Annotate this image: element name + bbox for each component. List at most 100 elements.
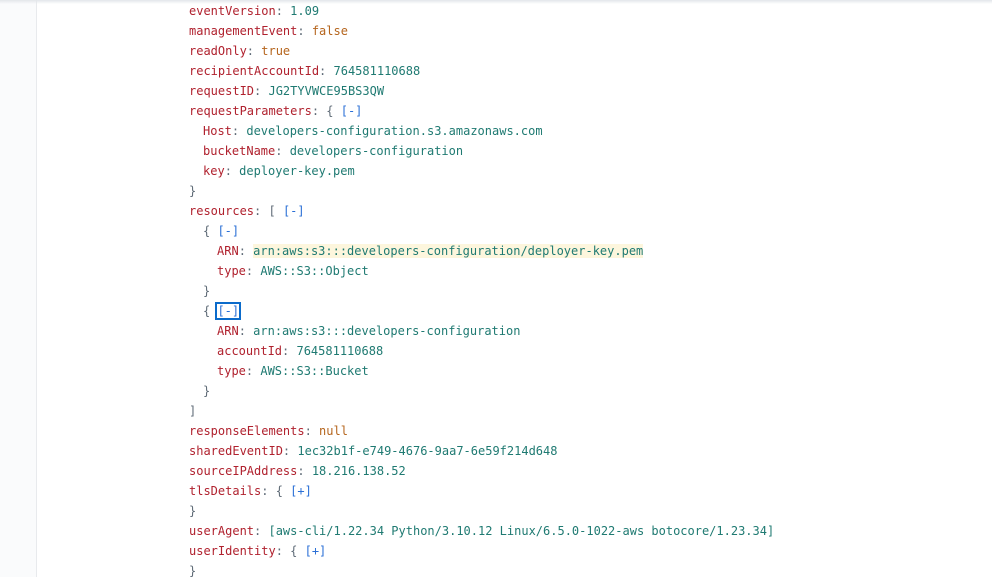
json-key: type bbox=[217, 364, 246, 378]
json-punctuation: : { bbox=[311, 104, 341, 118]
json-key: sharedEventID bbox=[189, 444, 283, 458]
json-line: sharedEventID: 1ec32b1f-e749-4676-9aa7-6… bbox=[189, 441, 557, 461]
json-value: [aws-cli/1.22.34 Python/3.10.12 Linux/6.… bbox=[268, 524, 775, 538]
json-line: } bbox=[189, 561, 196, 581]
json-line: resources: [ [-] bbox=[189, 201, 305, 221]
json-key: bucketName bbox=[203, 144, 276, 158]
json-value: 1ec32b1f-e749-4676-9aa7-6e59f214d648 bbox=[297, 444, 558, 458]
json-punctuation: : bbox=[282, 344, 297, 358]
json-tree-viewer: eventVersion: 1.09 managementEvent: false… bbox=[0, 0, 992, 578]
json-punctuation: ] bbox=[189, 404, 197, 418]
json-value: developers-configuration.s3.amazonaws.co… bbox=[246, 124, 543, 138]
json-line: { [-] bbox=[203, 301, 242, 321]
json-key: readOnly bbox=[189, 44, 247, 58]
json-punctuation: : bbox=[297, 464, 312, 478]
json-value: 764581110688 bbox=[333, 64, 421, 78]
json-key: userIdentity bbox=[189, 544, 276, 558]
json-line: bucketName: developers-configuration bbox=[203, 141, 463, 161]
json-key: tlsDetails bbox=[189, 484, 262, 498]
json-line: requestID: JG2TYVWCE95BS3QW bbox=[189, 81, 384, 101]
json-line: } bbox=[203, 381, 210, 401]
json-key: resources bbox=[189, 204, 255, 218]
collapse-resource-1-toggle[interactable]: [-] bbox=[215, 302, 242, 320]
json-key: type bbox=[217, 264, 246, 278]
json-key: responseElements bbox=[189, 424, 305, 438]
json-punctuation: : bbox=[254, 84, 269, 98]
json-line: eventVersion: 1.09 bbox=[189, 1, 319, 21]
json-line: ARN: arn:aws:s3:::developers-configurati… bbox=[217, 241, 644, 261]
json-line: tlsDetails: { [+] bbox=[189, 481, 312, 501]
json-punctuation: : bbox=[304, 424, 320, 438]
json-value: arn:aws:s3:::developers-configuration bbox=[253, 324, 521, 338]
json-punctuation: : bbox=[275, 144, 290, 158]
json-line: } bbox=[189, 181, 196, 201]
collapse-request-parameters-toggle[interactable]: [-] bbox=[341, 104, 363, 118]
json-key: managementEvent bbox=[189, 24, 298, 38]
json-value: developers-configuration bbox=[289, 144, 464, 158]
json-key: ARN bbox=[217, 324, 239, 338]
json-punctuation: : bbox=[238, 244, 254, 258]
collapse-resource-0-toggle[interactable]: [-] bbox=[217, 224, 239, 238]
json-line: readOnly: true bbox=[189, 41, 290, 61]
json-key: ARN bbox=[217, 244, 239, 258]
json-value: null bbox=[319, 424, 348, 438]
json-key: requestID bbox=[189, 84, 255, 98]
json-punctuation: : bbox=[282, 444, 298, 458]
json-key: userAgent bbox=[189, 524, 255, 538]
json-punctuation: : { bbox=[275, 544, 305, 558]
json-line: managementEvent: false bbox=[189, 21, 348, 41]
json-key: sourceIPAddress bbox=[189, 464, 298, 478]
json-punctuation: : [ bbox=[254, 204, 283, 218]
json-punctuation: { bbox=[203, 224, 218, 238]
json-punctuation: : bbox=[245, 264, 261, 278]
json-value: true bbox=[261, 44, 291, 58]
json-punctuation: } bbox=[189, 504, 197, 518]
json-value: 1.09 bbox=[290, 4, 320, 18]
json-line: type: AWS::S3::Object bbox=[217, 261, 369, 281]
json-line: } bbox=[189, 501, 196, 521]
expand-tls-details-toggle[interactable]: [+] bbox=[290, 484, 312, 498]
json-key: accountId bbox=[217, 344, 283, 358]
json-punctuation: : bbox=[275, 4, 291, 18]
json-punctuation: : bbox=[246, 44, 262, 58]
json-line: key: deployer-key.pem bbox=[203, 161, 355, 181]
json-line: requestParameters: { [-] bbox=[189, 101, 362, 121]
json-value: AWS::S3::Bucket bbox=[260, 364, 369, 378]
json-line: responseElements: null bbox=[189, 421, 348, 441]
json-punctuation: } bbox=[189, 184, 197, 198]
json-punctuation: : bbox=[245, 364, 261, 378]
json-value: false bbox=[311, 24, 348, 38]
json-value: arn:aws:s3:::developers-configuration/de… bbox=[253, 244, 644, 258]
json-line: Host: developers-configuration.s3.amazon… bbox=[203, 121, 543, 141]
json-punctuation: { bbox=[203, 304, 218, 318]
collapse-resources-toggle[interactable]: [-] bbox=[283, 204, 305, 218]
json-key: recipientAccountId bbox=[189, 64, 320, 78]
json-line: { [-] bbox=[203, 221, 239, 241]
json-line: sourceIPAddress: 18.216.138.52 bbox=[189, 461, 406, 481]
json-punctuation: } bbox=[203, 384, 211, 398]
json-value: 764581110688 bbox=[296, 344, 384, 358]
expand-user-identity-toggle[interactable]: [+] bbox=[305, 544, 327, 558]
json-punctuation: : bbox=[231, 124, 247, 138]
json-line: userAgent: [aws-cli/1.22.34 Python/3.10.… bbox=[189, 521, 774, 541]
json-line: recipientAccountId: 764581110688 bbox=[189, 61, 420, 81]
json-line: } bbox=[203, 281, 210, 301]
json-value: deployer-key.pem bbox=[239, 164, 355, 178]
json-key: requestParameters bbox=[189, 104, 312, 118]
json-key: eventVersion bbox=[189, 4, 276, 18]
json-punctuation: : bbox=[238, 324, 254, 338]
json-punctuation: : { bbox=[261, 484, 291, 498]
json-value: JG2TYVWCE95BS3QW bbox=[268, 84, 385, 98]
json-punctuation: : bbox=[254, 524, 269, 538]
json-line: type: AWS::S3::Bucket bbox=[217, 361, 369, 381]
json-punctuation: } bbox=[203, 284, 211, 298]
json-line: ARN: arn:aws:s3:::developers-configurati… bbox=[217, 321, 520, 341]
json-punctuation: : bbox=[297, 24, 312, 38]
json-line: accountId: 764581110688 bbox=[217, 341, 383, 361]
json-line: userIdentity: { [+] bbox=[189, 541, 326, 561]
json-line: ] bbox=[189, 401, 196, 421]
json-key: key bbox=[203, 164, 225, 178]
json-value: 18.216.138.52 bbox=[311, 464, 406, 478]
json-punctuation: : bbox=[319, 64, 334, 78]
json-punctuation: : bbox=[224, 164, 240, 178]
